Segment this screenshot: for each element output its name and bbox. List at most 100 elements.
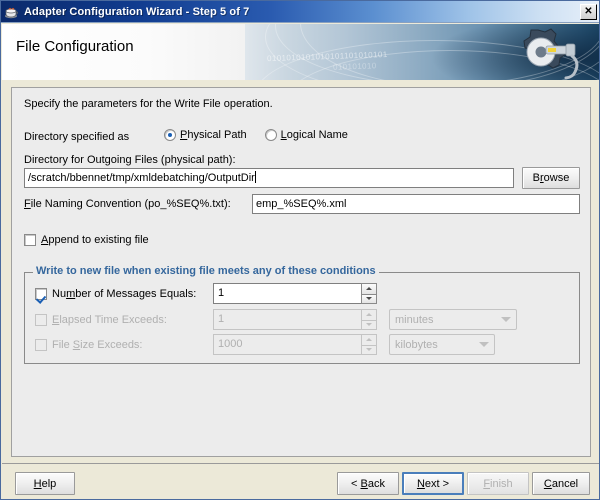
spinner-down-icon[interactable] — [361, 293, 377, 304]
adapter-configuration-wizard-window: Adapter Configuration Wizard - Step 5 of… — [0, 0, 600, 500]
radio-physical-path-indicator[interactable] — [164, 129, 176, 141]
spinner-up-icon[interactable] — [361, 309, 377, 320]
close-icon[interactable]: ✕ — [580, 3, 597, 20]
number-of-messages-checkbox-box[interactable] — [35, 287, 47, 300]
radio-physical-path[interactable]: Physical Path — [164, 129, 247, 141]
text-caret — [254, 171, 256, 183]
append-checkbox-label: Append to existing file — [41, 234, 149, 246]
nom-label-mnemonic: m — [66, 287, 76, 300]
spinner-up-icon[interactable] — [361, 334, 377, 345]
back-post: ack — [367, 477, 385, 490]
directory-input[interactable]: /scratch/bbennet/tmp/xmldebatching/Outpu… — [24, 168, 514, 188]
window-title: Adapter Configuration Wizard - Step 5 of… — [24, 5, 250, 18]
number-of-messages-spinner-buttons — [361, 283, 377, 304]
elapsed-time-checkbox[interactable]: Elapsed Time Exceeds: — [35, 313, 213, 326]
back-pre: < — [351, 477, 361, 490]
elapsed-time-unit-value: minutes — [395, 313, 434, 326]
next-button-label: Next > — [417, 478, 449, 490]
number-of-messages-checkbox[interactable]: Number of Messages Equals: — [35, 287, 213, 300]
title-bar: Adapter Configuration Wizard - Step 5 of… — [1, 1, 599, 23]
elapsed-time-value[interactable]: 1 — [213, 309, 361, 330]
number-of-messages-label: Number of Messages Equals: — [52, 288, 196, 300]
radio-logical-name-label: Logical Name — [281, 129, 348, 141]
help-post: elp — [41, 477, 57, 490]
condition-row-file-size: File Size Exceeds: 1000 kilobytes — [35, 334, 495, 355]
file-size-checkbox-box[interactable] — [35, 338, 47, 351]
file-size-spinner-buttons — [361, 334, 377, 355]
browse-button-label: Browse — [533, 172, 570, 184]
file-naming-convention-input[interactable]: emp_%SEQ%.xml — [252, 194, 580, 214]
number-of-messages-spinner[interactable]: 1 — [213, 283, 377, 304]
condition-row-number-of-messages: Number of Messages Equals: 1 — [35, 283, 377, 304]
directory-input-value: /scratch/bbennet/tmp/xmldebatching/Outpu… — [28, 172, 255, 184]
gear-wrench-icon — [510, 26, 584, 80]
help-button[interactable]: Help — [15, 472, 75, 495]
browse-label-pre: B — [532, 172, 540, 184]
file-size-checkbox[interactable]: File Size Exceeds: — [35, 338, 213, 351]
directory-for-outgoing-files-label: Directory for Outgoing Files (physical p… — [24, 154, 236, 166]
browse-label-post: owse — [543, 172, 570, 184]
radio-physical-path-label: Physical Path — [180, 129, 247, 141]
next-post: ext > — [424, 477, 450, 490]
spinner-down-icon[interactable] — [361, 344, 377, 355]
append-checkbox-box[interactable] — [24, 234, 36, 246]
wizard-footer: Help < Back Next > Finish Cancel — [1, 464, 599, 499]
file-configuration-panel: Specify the parameters for the Write Fil… — [11, 87, 591, 457]
file-naming-convention-label: File Naming Convention (po_%SEQ%.txt): — [24, 198, 231, 210]
back-button-label: < Back — [351, 478, 385, 490]
banner-artwork: 0101010101010101101010101 010101010 — [245, 24, 599, 80]
spinner-down-icon[interactable] — [361, 319, 377, 330]
finish-button: Finish — [467, 472, 529, 495]
file-naming-convention-value: emp_%SEQ%.xml — [256, 198, 347, 210]
cancel-button-label: Cancel — [544, 478, 578, 490]
file-size-spinner[interactable]: 1000 — [213, 334, 377, 355]
directory-specified-as-radio-group: Physical Path Logical Name — [164, 129, 348, 141]
next-button[interactable]: Next > — [402, 472, 464, 495]
cancel-button[interactable]: Cancel — [532, 472, 590, 495]
java-coffee-cup-icon — [4, 4, 20, 20]
cancel-mnemonic: C — [543, 477, 552, 490]
nom-label-pre: Nu — [52, 287, 67, 300]
elapsed-time-spinner[interactable]: 1 — [213, 309, 377, 330]
finish-button-label: Finish — [483, 478, 512, 490]
intro-text: Specify the parameters for the Write Fil… — [24, 98, 273, 110]
page-title: File Configuration — [16, 38, 134, 55]
nom-label-post: ber of Messages Equals: — [75, 287, 197, 300]
file-size-label: File Size Exceeds: — [52, 339, 143, 351]
write-conditions-title: Write to new file when existing file mee… — [33, 265, 379, 277]
fs-label-pre: File — [52, 338, 73, 351]
help-button-label: Help — [34, 478, 57, 490]
wizard-banner: File Configuration 010101010101010110101… — [2, 24, 599, 80]
file-naming-label-text: ile Naming Convention (po_%SEQ%.txt): — [30, 198, 231, 210]
file-naming-mnemonic: F — [24, 198, 31, 210]
fs-label-post: ize Exceeds: — [80, 338, 143, 351]
elapsed-time-unit-dropdown[interactable]: minutes — [389, 309, 517, 330]
cancel-post: ancel — [551, 477, 579, 490]
help-mnemonic: H — [33, 477, 42, 490]
chevron-down-icon — [479, 342, 489, 347]
radio-logical-name-indicator[interactable] — [264, 129, 277, 141]
append-to-existing-file-checkbox[interactable]: Append to existing file — [24, 234, 149, 246]
et-label-post: lapsed Time Exceeds: — [59, 313, 167, 326]
file-size-value[interactable]: 1000 — [213, 334, 361, 355]
elapsed-time-label: Elapsed Time Exceeds: — [52, 314, 167, 326]
write-conditions-groupbox: Write to new file when existing file mee… — [24, 265, 580, 364]
chevron-down-icon — [501, 317, 511, 322]
spinner-up-icon[interactable] — [361, 283, 377, 294]
file-size-unit-value: kilobytes — [395, 338, 438, 351]
append-checkbox-text: ppend to existing file — [48, 234, 149, 246]
finish-post: inish — [490, 477, 513, 490]
banner-binary-text-2: 010101010 — [332, 61, 377, 72]
back-button[interactable]: < Back — [337, 472, 399, 495]
next-mnemonic: N — [416, 477, 425, 490]
number-of-messages-value[interactable]: 1 — [213, 283, 361, 304]
elapsed-time-spinner-buttons — [361, 309, 377, 330]
file-size-unit-dropdown[interactable]: kilobytes — [389, 334, 495, 355]
radio-physical-path-text: hysical Path — [187, 129, 247, 141]
back-mnemonic: B — [360, 477, 368, 490]
condition-row-elapsed-time: Elapsed Time Exceeds: 1 minutes — [35, 309, 517, 330]
radio-logical-name-text: ogical Name — [286, 129, 348, 141]
radio-logical-name[interactable]: Logical Name — [264, 129, 348, 141]
elapsed-time-checkbox-box[interactable] — [35, 313, 47, 326]
browse-button[interactable]: Browse — [522, 167, 580, 189]
